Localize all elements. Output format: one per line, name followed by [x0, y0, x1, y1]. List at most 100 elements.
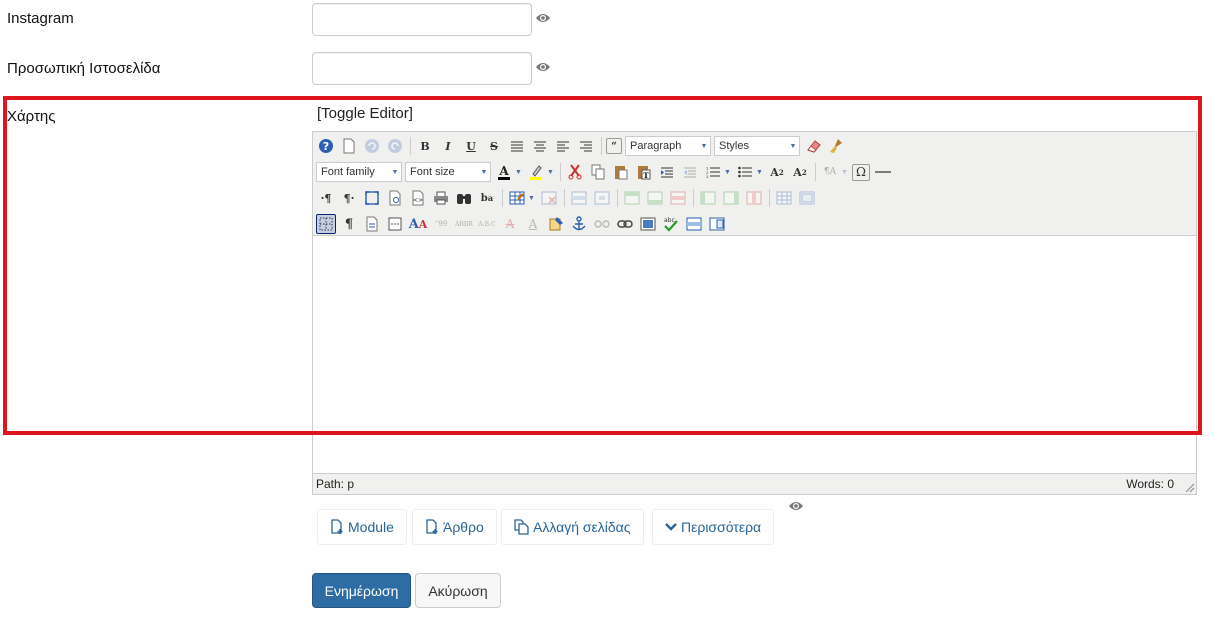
- font-size-select[interactable]: Font size ▼: [405, 162, 491, 182]
- merge-cells-icon[interactable]: [797, 188, 817, 208]
- paste-text-icon[interactable]: T: [634, 162, 654, 182]
- more-button[interactable]: Περισσότερα: [652, 509, 775, 545]
- format-select[interactable]: Paragraph ▼: [625, 136, 711, 156]
- table-icon[interactable]: [507, 188, 527, 208]
- numbered-list-icon[interactable]: 123: [703, 162, 723, 182]
- svg-text:abc: abc: [664, 217, 675, 224]
- update-button[interactable]: Ενημέρωση: [312, 573, 411, 608]
- italic-icon[interactable]: I: [438, 136, 458, 156]
- redo-icon[interactable]: [385, 136, 405, 156]
- toggle-editor-link[interactable]: [Toggle Editor]: [317, 105, 413, 122]
- template-icon[interactable]: [362, 214, 382, 234]
- delete-col-icon[interactable]: [744, 188, 764, 208]
- strikethrough-icon[interactable]: S: [484, 136, 504, 156]
- ordered-list-split[interactable]: 123 ▼: [703, 162, 732, 182]
- outdent-icon[interactable]: [680, 162, 700, 182]
- delete-table-icon[interactable]: [539, 188, 559, 208]
- link-icon[interactable]: [615, 214, 635, 234]
- acronym-icon[interactable]: A.B.C: [477, 214, 497, 234]
- editor-content-area[interactable]: [313, 237, 1196, 473]
- article-button[interactable]: Άρθρο: [412, 509, 497, 545]
- cut-icon[interactable]: [565, 162, 585, 182]
- underline-icon[interactable]: U: [461, 136, 481, 156]
- website-input[interactable]: [312, 52, 532, 85]
- print-icon[interactable]: [431, 188, 451, 208]
- unlink-icon[interactable]: [592, 214, 612, 234]
- copy-icon[interactable]: [588, 162, 608, 182]
- insert-row-before-icon[interactable]: [622, 188, 642, 208]
- status-path[interactable]: Path: p: [316, 477, 354, 491]
- row-props-icon[interactable]: [569, 188, 589, 208]
- cancel-button[interactable]: Ακύρωση: [415, 573, 501, 608]
- rich-text-editor: ? B I U S “ Paragraph ▼ Styles ▼ Font fa…: [312, 131, 1197, 495]
- abbr-icon[interactable]: ABBR: [454, 214, 474, 234]
- font-color-icon[interactable]: A: [494, 162, 514, 182]
- align-justify-icon[interactable]: [507, 136, 527, 156]
- align-left-icon[interactable]: [553, 136, 573, 156]
- eye-icon[interactable]: [788, 500, 804, 512]
- spellcheck-icon[interactable]: abc: [661, 214, 681, 234]
- find-icon[interactable]: [454, 188, 474, 208]
- eye-icon[interactable]: [535, 61, 551, 73]
- instagram-input[interactable]: [312, 3, 532, 36]
- omega-icon[interactable]: Ω: [852, 163, 870, 181]
- align-right-icon[interactable]: [576, 136, 596, 156]
- cell-props-icon[interactable]: [592, 188, 612, 208]
- cleanup-brush-icon[interactable]: [826, 136, 846, 156]
- ltr-icon[interactable]: ·¶: [316, 188, 336, 208]
- copy-icon: [514, 519, 529, 535]
- horizontal-rule-icon[interactable]: [873, 162, 893, 182]
- fullscreen-icon[interactable]: [362, 188, 382, 208]
- font-family-select[interactable]: Font family ▼: [316, 162, 402, 182]
- superscript-icon[interactable]: A2: [790, 162, 810, 182]
- styles-select[interactable]: Styles ▼: [714, 136, 800, 156]
- indent-icon[interactable]: [657, 162, 677, 182]
- show-blocks-icon[interactable]: ¶: [339, 214, 359, 234]
- preview-icon[interactable]: [385, 188, 405, 208]
- ins-icon[interactable]: A: [523, 214, 543, 234]
- text-direction-icon[interactable]: ¶A: [820, 162, 840, 182]
- chevron-down-icon: [665, 523, 677, 531]
- cite-icon[interactable]: “99: [431, 214, 451, 234]
- paste-icon[interactable]: [611, 162, 631, 182]
- anchor-icon[interactable]: [569, 214, 589, 234]
- bullet-list-icon[interactable]: [735, 162, 755, 182]
- bold-icon[interactable]: B: [415, 136, 435, 156]
- delete-row-icon[interactable]: [668, 188, 688, 208]
- attributes-icon[interactable]: [546, 214, 566, 234]
- blockquote-icon[interactable]: “: [606, 138, 622, 154]
- file-add-icon: [331, 519, 343, 534]
- insert-col-after-icon[interactable]: [721, 188, 741, 208]
- editor-toolbar: ? B I U S “ Paragraph ▼ Styles ▼ Font fa…: [313, 132, 1196, 236]
- font-color-split[interactable]: A ▼: [494, 162, 523, 182]
- split-cells-icon[interactable]: [774, 188, 794, 208]
- resize-handle-icon[interactable]: [1183, 481, 1195, 493]
- help-icon[interactable]: ?: [316, 136, 336, 156]
- module-button[interactable]: Module: [317, 509, 407, 545]
- rtl-icon[interactable]: ¶·: [339, 188, 359, 208]
- file-add-icon: [426, 519, 438, 534]
- undo-icon[interactable]: [362, 136, 382, 156]
- align-center-icon[interactable]: [530, 136, 550, 156]
- insert-row-after-icon[interactable]: [645, 188, 665, 208]
- eye-icon[interactable]: [535, 12, 551, 24]
- image-icon[interactable]: [638, 214, 658, 234]
- insert-col-before-icon[interactable]: [698, 188, 718, 208]
- replace-icon[interactable]: ba: [477, 188, 497, 208]
- table-split[interactable]: ▼: [507, 188, 536, 208]
- styleprops-icon[interactable]: AA: [408, 214, 428, 234]
- pagebreak-icon[interactable]: [385, 214, 405, 234]
- fieldset-icon[interactable]: [684, 214, 704, 234]
- del-icon[interactable]: A: [500, 214, 520, 234]
- pagebreak-button[interactable]: Αλλαγή σελίδας: [501, 509, 644, 545]
- layer-icon[interactable]: [707, 214, 727, 234]
- subscript-icon[interactable]: A2: [767, 162, 787, 182]
- bullet-list-split[interactable]: ▼: [735, 162, 764, 182]
- highlight-icon[interactable]: [526, 162, 546, 182]
- visual-aid-icon[interactable]: [316, 214, 336, 234]
- highlight-color-split[interactable]: ▼: [526, 162, 555, 182]
- eraser-icon[interactable]: [803, 136, 823, 156]
- source-code-icon[interactable]: <>: [408, 188, 428, 208]
- charmap-split[interactable]: ¶A ▼: [820, 162, 849, 182]
- new-document-icon[interactable]: [339, 136, 359, 156]
